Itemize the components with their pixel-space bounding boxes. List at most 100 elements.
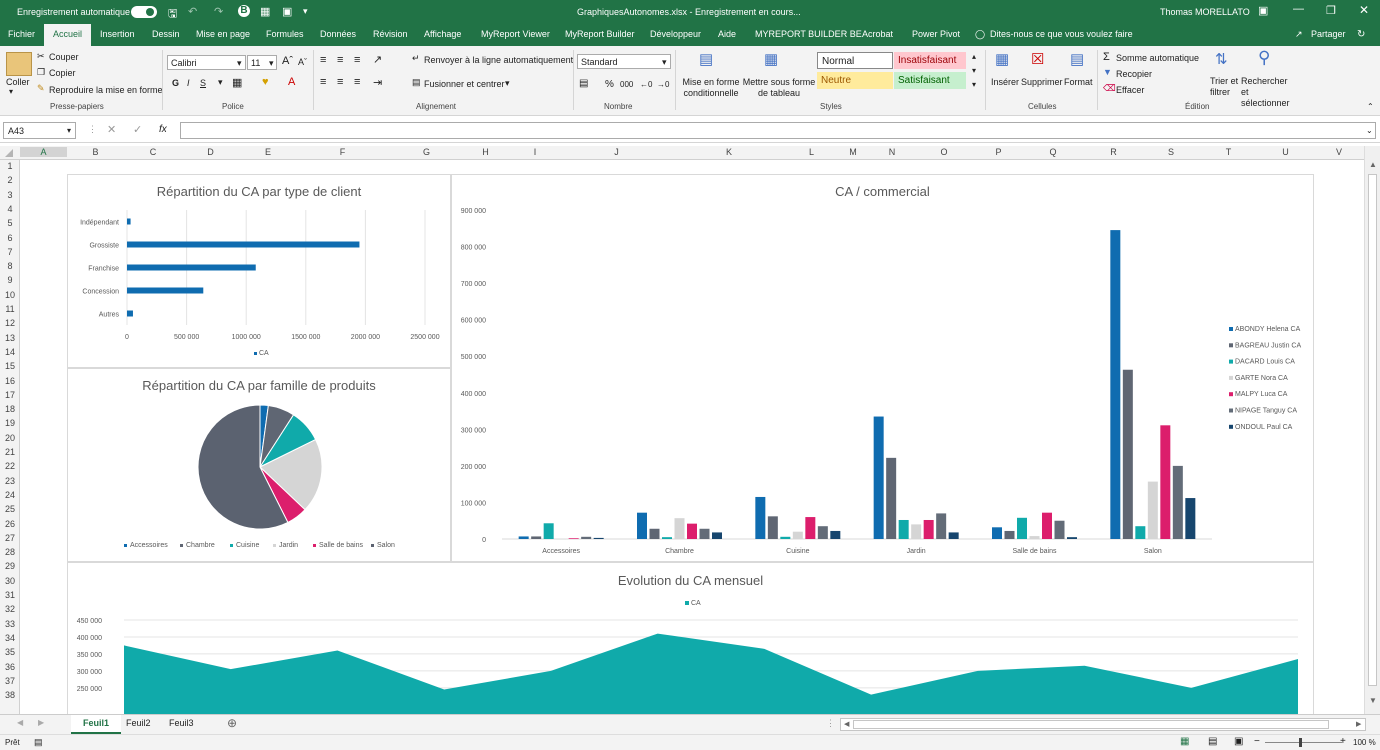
align-top-icon[interactable]: ≡ — [320, 54, 326, 66]
style-normal[interactable]: Normal — [817, 52, 893, 69]
next-sheet-icon[interactable]: ▶ — [38, 718, 44, 727]
row-header-29[interactable]: 29 — [0, 561, 20, 571]
zoom-slider-thumb[interactable] — [1299, 738, 1302, 747]
undo-icon[interactable]: ↶ — [188, 5, 197, 18]
row-header-8[interactable]: 8 — [0, 261, 20, 271]
prev-sheet-icon[interactable]: ◀ — [17, 718, 23, 727]
row-header-20[interactable]: 20 — [0, 433, 20, 443]
tab-affichage[interactable]: Affichage — [424, 29, 461, 39]
row-header-30[interactable]: 30 — [0, 576, 20, 586]
expand-formula-icon[interactable]: ⌄ — [1366, 126, 1373, 135]
insert-function-button[interactable]: fx — [159, 124, 167, 135]
indent-icon[interactable]: ⇥ — [373, 76, 382, 89]
row-header-34[interactable]: 34 — [0, 633, 20, 643]
column-header-n[interactable]: N — [872, 147, 912, 157]
tab-fichier[interactable]: Fichier — [8, 29, 35, 39]
scroll-left-icon[interactable]: ◀ — [844, 720, 849, 728]
macro-record-icon[interactable]: ▤ — [34, 737, 43, 748]
borders-icon[interactable]: ▦ — [232, 76, 242, 89]
tab-power-pivot[interactable]: Power Pivot — [912, 29, 960, 39]
zoom-in-icon[interactable]: + — [1340, 736, 1346, 747]
column-header-f[interactable]: F — [297, 147, 388, 157]
split-handle-icon[interactable]: ⋮ — [826, 718, 835, 729]
zoom-out-icon[interactable]: − — [1254, 736, 1260, 747]
align-right-icon[interactable]: ≡ — [354, 76, 360, 88]
autosum-button[interactable]: Somme automatique — [1116, 53, 1199, 63]
row-header-16[interactable]: 16 — [0, 376, 20, 386]
page-layout-icon[interactable]: ▤ — [1208, 736, 1217, 747]
tab-myreport-builder-be[interactable]: MYREPORT BUILDER BE — [755, 29, 862, 39]
row-header-17[interactable]: 17 — [0, 390, 20, 400]
row-header-23[interactable]: 23 — [0, 476, 20, 486]
cut-button[interactable]: Couper — [49, 52, 79, 62]
tab-myreport-builder[interactable]: MyReport Builder — [565, 29, 635, 39]
tab-dessin[interactable]: Dessin — [152, 29, 180, 39]
row-header-25[interactable]: 25 — [0, 504, 20, 514]
tab-revision[interactable]: Révision — [373, 29, 408, 39]
column-header-q[interactable]: Q — [1021, 147, 1085, 157]
row-header-14[interactable]: 14 — [0, 347, 20, 357]
conditional-format-button[interactable]: Mise en forme conditionnelle — [680, 77, 742, 99]
restore-icon[interactable]: ❐ — [1326, 4, 1336, 17]
grow-font-icon[interactable]: Aˆ — [282, 55, 293, 67]
row-header-7[interactable]: 7 — [0, 247, 20, 257]
column-header-o[interactable]: O — [912, 147, 976, 157]
scroll-up-icon[interactable]: ▲ — [1369, 160, 1377, 169]
tab-myreport-viewer[interactable]: MyReport Viewer — [481, 29, 550, 39]
sort-filter-button[interactable]: Trier et filtrer — [1210, 76, 1242, 98]
sheet-tab-feuil3[interactable]: Feuil3 — [157, 715, 206, 734]
tab-formules[interactable]: Formules — [266, 29, 304, 39]
row-header-33[interactable]: 33 — [0, 619, 20, 629]
collapse-ribbon-icon[interactable]: ⌃ — [1367, 102, 1374, 111]
column-header-r[interactable]: R — [1085, 147, 1142, 157]
bold-button[interactable]: G — [172, 78, 179, 88]
tab-insertion[interactable]: Insertion — [100, 29, 135, 39]
paste-button[interactable]: Coller — [6, 77, 30, 87]
tab-developpeur[interactable]: Développeur — [650, 29, 701, 39]
increase-decimal-icon[interactable]: ←0 — [640, 80, 652, 89]
merge-center-button[interactable]: Fusionner et centrer — [424, 79, 505, 89]
row-header-26[interactable]: 26 — [0, 519, 20, 529]
normal-view-icon[interactable]: ▦ — [1180, 736, 1189, 747]
wrap-text-button[interactable]: Renvoyer à la ligne automatiquement — [424, 55, 573, 65]
format-as-table-button[interactable]: Mettre sous forme de tableau — [742, 77, 816, 99]
fill-color-icon[interactable]: ♥ — [262, 76, 269, 88]
b-badge-icon[interactable]: B — [238, 5, 250, 17]
tell-me-box[interactable]: Dites-nous ce que vous voulez faire — [990, 29, 1133, 39]
row-header-36[interactable]: 36 — [0, 662, 20, 672]
currency-icon[interactable]: ▤ — [579, 78, 588, 89]
find-select-button[interactable]: Rechercher et sélectionner — [1241, 76, 1297, 109]
copy-icon[interactable]: ❐ — [37, 67, 45, 78]
row-header-31[interactable]: 31 — [0, 590, 20, 600]
share-button[interactable]: Partager — [1311, 29, 1346, 39]
align-bottom-icon[interactable]: ≡ — [354, 54, 360, 66]
hscroll-thumb[interactable] — [853, 720, 1329, 729]
styles-more-icon[interactable]: ▾ — [972, 80, 976, 89]
cancel-icon[interactable]: ✕ — [107, 123, 116, 136]
italic-button[interactable]: I — [187, 78, 190, 88]
row-header-21[interactable]: 21 — [0, 447, 20, 457]
page-break-icon[interactable]: ▣ — [1234, 736, 1243, 747]
save-icon[interactable]: 🖫 — [168, 5, 177, 24]
horizontal-scrollbar[interactable]: ◀ ▶ — [840, 718, 1366, 731]
row-header-1[interactable]: 1 — [0, 161, 20, 171]
worksheet-grid[interactable]: Répartition du CA par type de client 0 50… — [20, 160, 1364, 714]
insert-cells-button[interactable]: Insérer — [991, 77, 1019, 87]
row-header-27[interactable]: 27 — [0, 533, 20, 543]
row-header-22[interactable]: 22 — [0, 461, 20, 471]
scroll-thumb[interactable] — [1368, 174, 1377, 686]
column-header-e[interactable]: E — [239, 147, 297, 157]
format-cells-button[interactable]: Format — [1064, 77, 1093, 87]
column-header-l[interactable]: L — [789, 147, 834, 157]
tab-aide[interactable]: Aide — [718, 29, 736, 39]
tab-donnees[interactable]: Données — [320, 29, 356, 39]
zoom-level[interactable]: 100 % — [1353, 738, 1376, 747]
column-header-m[interactable]: M — [834, 147, 872, 157]
row-header-35[interactable]: 35 — [0, 647, 20, 657]
column-header-i[interactable]: I — [506, 147, 564, 157]
column-header-u[interactable]: U — [1257, 147, 1314, 157]
scroll-right-icon[interactable]: ▶ — [1356, 720, 1361, 728]
style-neutral[interactable]: Neutre — [817, 72, 893, 89]
styles-scroll-up-icon[interactable]: ▴ — [972, 52, 976, 61]
tab-accueil[interactable]: Accueil — [44, 24, 92, 46]
